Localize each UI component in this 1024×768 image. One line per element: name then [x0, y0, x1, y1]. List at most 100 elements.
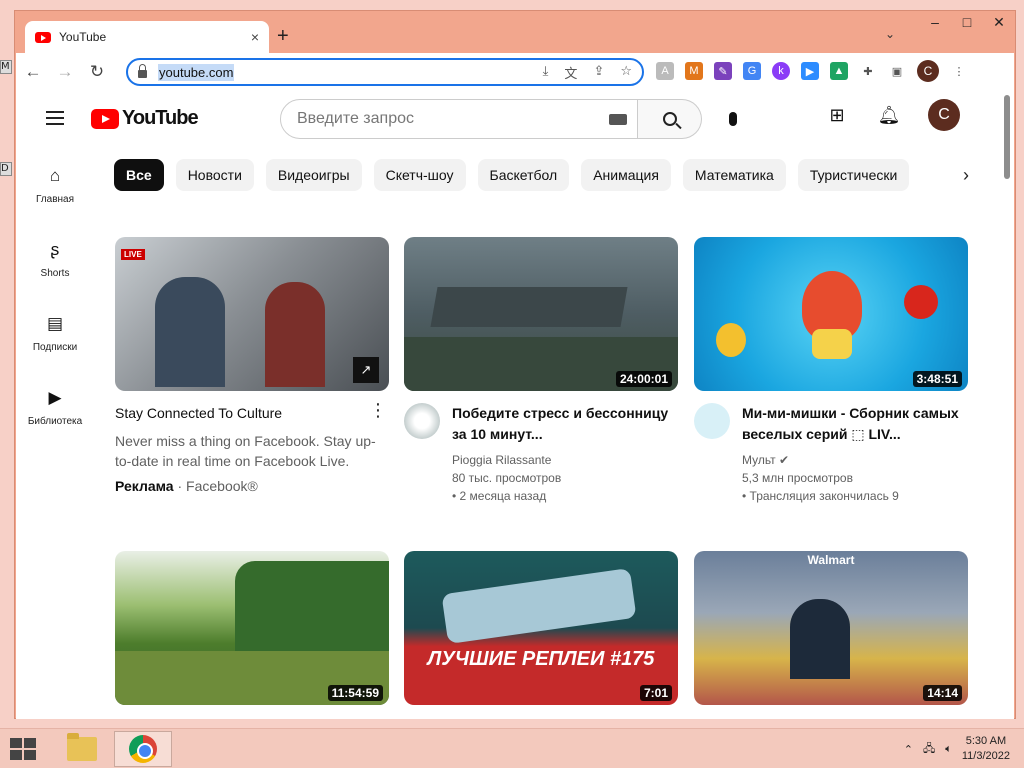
apple-shape: [904, 285, 938, 319]
page-scrollbar[interactable]: [1000, 91, 1014, 719]
show-hidden-icons-chevron-icon[interactable]: ⌃: [904, 743, 913, 756]
address-bar[interactable]: youtube.com ⤓ 文 ⇪ ☆: [126, 58, 644, 86]
ad-title[interactable]: Stay Connected To Culture: [115, 403, 389, 424]
chip-news[interactable]: Новости: [175, 159, 254, 191]
chrome-taskbar-button[interactable]: [114, 731, 172, 767]
hamburger-menu-icon[interactable]: [46, 111, 64, 125]
chevron-right-icon[interactable]: ›: [952, 161, 980, 189]
video-card[interactable]: 11:54:59: [115, 551, 389, 705]
channel-avatar[interactable]: [694, 403, 730, 439]
keyboard-icon[interactable]: [609, 114, 627, 125]
ad-label: Реклама: [115, 478, 174, 494]
k-extension-icon[interactable]: k: [772, 62, 790, 80]
maximize-icon[interactable]: □: [951, 11, 983, 33]
channel-name[interactable]: Мульт ✔: [742, 451, 968, 469]
search-button[interactable]: [638, 99, 702, 139]
browser-profile-avatar[interactable]: C: [917, 60, 939, 82]
shorts-icon: ʂ: [50, 239, 60, 259]
youtube-logo[interactable]: YouTube: [91, 107, 199, 130]
more-options-icon[interactable]: ⋮: [369, 401, 387, 419]
chip-basketball[interactable]: Баскетбол: [477, 159, 570, 191]
account-avatar[interactable]: C: [928, 99, 960, 131]
ad-footer: Реклама · Facebook®: [115, 478, 389, 494]
dropper-extension-icon[interactable]: ✎: [714, 62, 732, 80]
windows-start-icon[interactable]: [10, 738, 38, 760]
ad-thumbnail[interactable]: LIVE ↗: [115, 237, 389, 391]
tab-search-chevron-icon[interactable]: ⌄: [885, 27, 895, 41]
video-thumbnail[interactable]: ЛУЧШИЕ РЕПЛЕИ #175 7:01: [404, 551, 678, 705]
google-drive-icon[interactable]: ▲: [830, 62, 848, 80]
external-link-icon[interactable]: ↗: [353, 357, 379, 383]
lock-icon[interactable]: [138, 64, 147, 78]
file-explorer-taskbar-button[interactable]: [60, 731, 104, 767]
youtube-header: YouTube Введите запрос ⊞ 🔔︎ C: [16, 91, 1000, 147]
reload-icon[interactable]: ↻: [82, 57, 112, 87]
video-card[interactable]: 3:48:51 Ми-ми-мишки - Сборник самых весе…: [694, 237, 968, 505]
new-tab-button[interactable]: +: [277, 25, 289, 48]
bookmark-star-icon[interactable]: ☆: [620, 63, 632, 82]
metamask-icon[interactable]: M: [685, 62, 703, 80]
chip-math[interactable]: Математика: [682, 159, 786, 191]
translate-icon[interactable]: 文: [564, 63, 577, 82]
ad-card[interactable]: LIVE ↗ Stay Connected To Culture Never m…: [115, 237, 389, 494]
extensions-puzzle-icon[interactable]: ✚: [859, 62, 877, 80]
video-card[interactable]: Walmart 14:14: [694, 551, 968, 705]
search-input[interactable]: Введите запрос: [280, 99, 638, 139]
extension-icon[interactable]: A: [656, 62, 674, 80]
channel-name[interactable]: Pioggia Rilassante: [452, 451, 678, 469]
video-title[interactable]: Победите стресс и бессонницу за 10 минут…: [452, 403, 678, 445]
chip-animation[interactable]: Анимация: [581, 159, 671, 191]
notifications-bell-icon[interactable]: 🔔︎: [876, 102, 902, 128]
upload-age: • Трансляция закончилась 9: [742, 489, 899, 503]
video-meta: Ми-ми-мишки - Сборник самых веселых сери…: [694, 403, 968, 505]
desktop-shortcut-icon[interactable]: D: [0, 162, 12, 176]
person-figure: [155, 277, 225, 387]
sidebar-item-label: Главная: [35, 193, 75, 205]
category-chips: Все Новости Видеоигры Скетч-шоу Баскетбо…: [114, 159, 964, 191]
browser-menu-icon[interactable]: ⋮: [950, 62, 968, 80]
video-title[interactable]: Ми-ми-мишки - Сборник самых веселых сери…: [742, 403, 968, 445]
sidebar: ⌂ Главная ʂ Shorts ▤ Подписки ▶ Библиоте…: [16, 147, 94, 443]
video-duration: 24:00:01: [615, 371, 672, 387]
minimize-icon[interactable]: –: [919, 11, 951, 33]
side-panel-icon[interactable]: ▣: [888, 62, 906, 80]
chip-sketch-comedy[interactable]: Скетч-шоу: [373, 159, 466, 191]
sidebar-item-home[interactable]: ⌂ Главная: [16, 147, 94, 221]
zoom-icon[interactable]: ▶: [801, 62, 819, 80]
video-meta: Победите стресс и бессонницу за 10 минут…: [404, 403, 678, 505]
url-text[interactable]: youtube.com: [158, 63, 235, 81]
tab-close-icon[interactable]: ×: [251, 29, 259, 45]
chrome-icon: [129, 735, 157, 763]
scrollbar-thumb[interactable]: [1004, 95, 1010, 179]
translate-extension-icon[interactable]: G: [743, 62, 761, 80]
upload-age: • 2 месяца назад: [452, 489, 547, 503]
forward-icon[interactable]: →: [50, 57, 80, 87]
video-thumbnail[interactable]: Walmart 14:14: [694, 551, 968, 705]
share-icon[interactable]: ⇪: [593, 63, 604, 82]
channel-avatar[interactable]: [404, 403, 440, 439]
tab-youtube[interactable]: YouTube ×: [25, 21, 269, 53]
chip-all[interactable]: Все: [114, 159, 164, 191]
video-thumbnail[interactable]: 11:54:59: [115, 551, 389, 705]
install-app-icon[interactable]: ⤓: [543, 63, 549, 82]
video-thumbnail[interactable]: 24:00:01: [404, 237, 678, 391]
back-icon[interactable]: ←: [18, 57, 48, 87]
video-card[interactable]: 24:00:01 Победите стресс и бессонницу за…: [404, 237, 678, 505]
chip-video-games[interactable]: Видеоигры: [265, 159, 362, 191]
close-window-icon[interactable]: ✕: [983, 11, 1015, 33]
network-icon[interactable]: 🖧︎: [923, 740, 935, 759]
clock[interactable]: 5:30 AM 11/3/2022: [962, 734, 1010, 764]
chip-travel[interactable]: Туристически: [797, 159, 910, 191]
sidebar-item-subscriptions[interactable]: ▤ Подписки: [16, 295, 94, 369]
sidebar-item-library[interactable]: ▶ Библиотека: [16, 369, 94, 443]
taskbar: ⌃ 🖧︎ 🔈︎ 5:30 AM 11/3/2022: [0, 728, 1024, 768]
video-duration: 7:01: [639, 685, 672, 701]
sidebar-item-shorts[interactable]: ʂ Shorts: [16, 221, 94, 295]
desktop-shortcut-icon[interactable]: M: [0, 60, 12, 74]
video-thumbnail[interactable]: 3:48:51: [694, 237, 968, 391]
video-card[interactable]: ЛУЧШИЕ РЕПЛЕИ #175 7:01: [404, 551, 678, 705]
voice-search-button[interactable]: [722, 107, 744, 131]
create-video-icon[interactable]: ⊞: [824, 102, 850, 128]
video-duration: 3:48:51: [912, 371, 962, 387]
volume-icon[interactable]: 🔈︎: [945, 743, 952, 756]
